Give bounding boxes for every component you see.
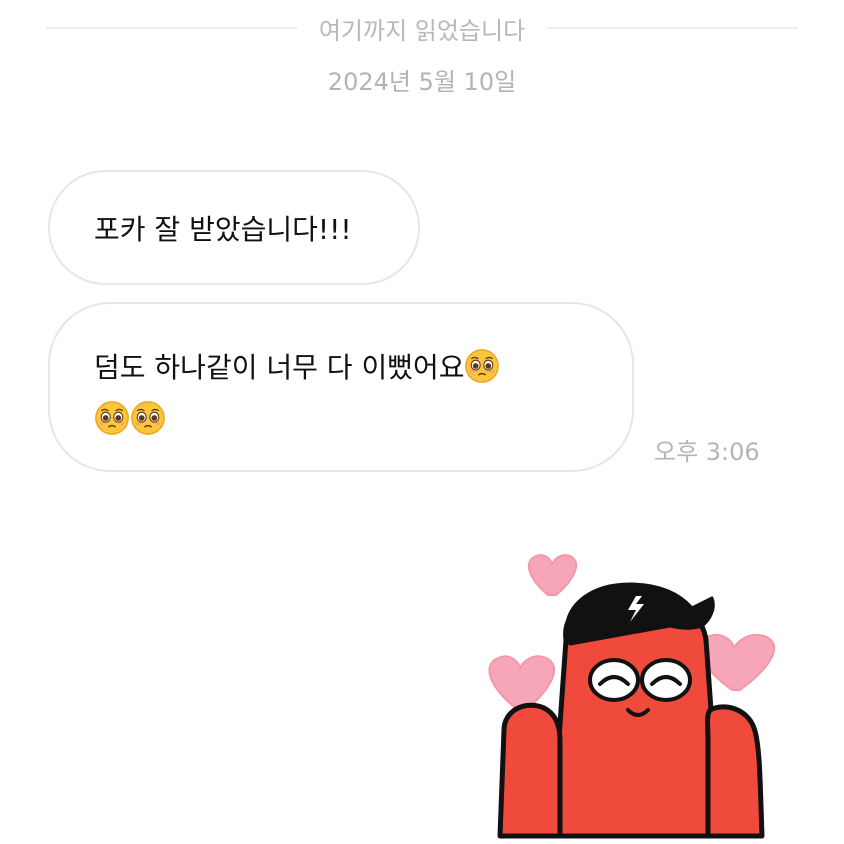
pleading-face-emoji-icon (131, 401, 165, 435)
heart-icon (488, 655, 556, 711)
chat-screen: 여기까지 읽었습니다 2024년 5월 10일 포카 잘 받았습니다!!! 덤도… (0, 0, 844, 844)
divider-line-left (46, 27, 297, 29)
read-divider: 여기까지 읽었습니다 (46, 8, 799, 48)
divider-line-right (547, 27, 799, 29)
pleading-face-emoji-icon (465, 349, 500, 383)
heart-icon (527, 554, 578, 596)
read-divider-label: 여기까지 읽었습니다 (318, 16, 526, 45)
message-text: 포카 잘 받았습니다!!! (94, 212, 352, 246)
message-bubble[interactable]: 덤도 하나같이 너무 다 이뻤어요 (48, 302, 634, 472)
message-bubble[interactable]: 포카 잘 받았습니다!!! (48, 170, 420, 285)
pleading-face-emoji-icon (95, 401, 129, 435)
message-text: 덤도 하나같이 너무 다 이뻤어요 (94, 351, 465, 384)
character-right-arm (705, 704, 765, 839)
character-left-arm (497, 702, 563, 839)
date-label: 2024년 5월 10일 (327, 68, 517, 96)
message-timestamp: 오후 3:06 (654, 438, 760, 466)
sticker-image[interactable] (470, 540, 800, 840)
